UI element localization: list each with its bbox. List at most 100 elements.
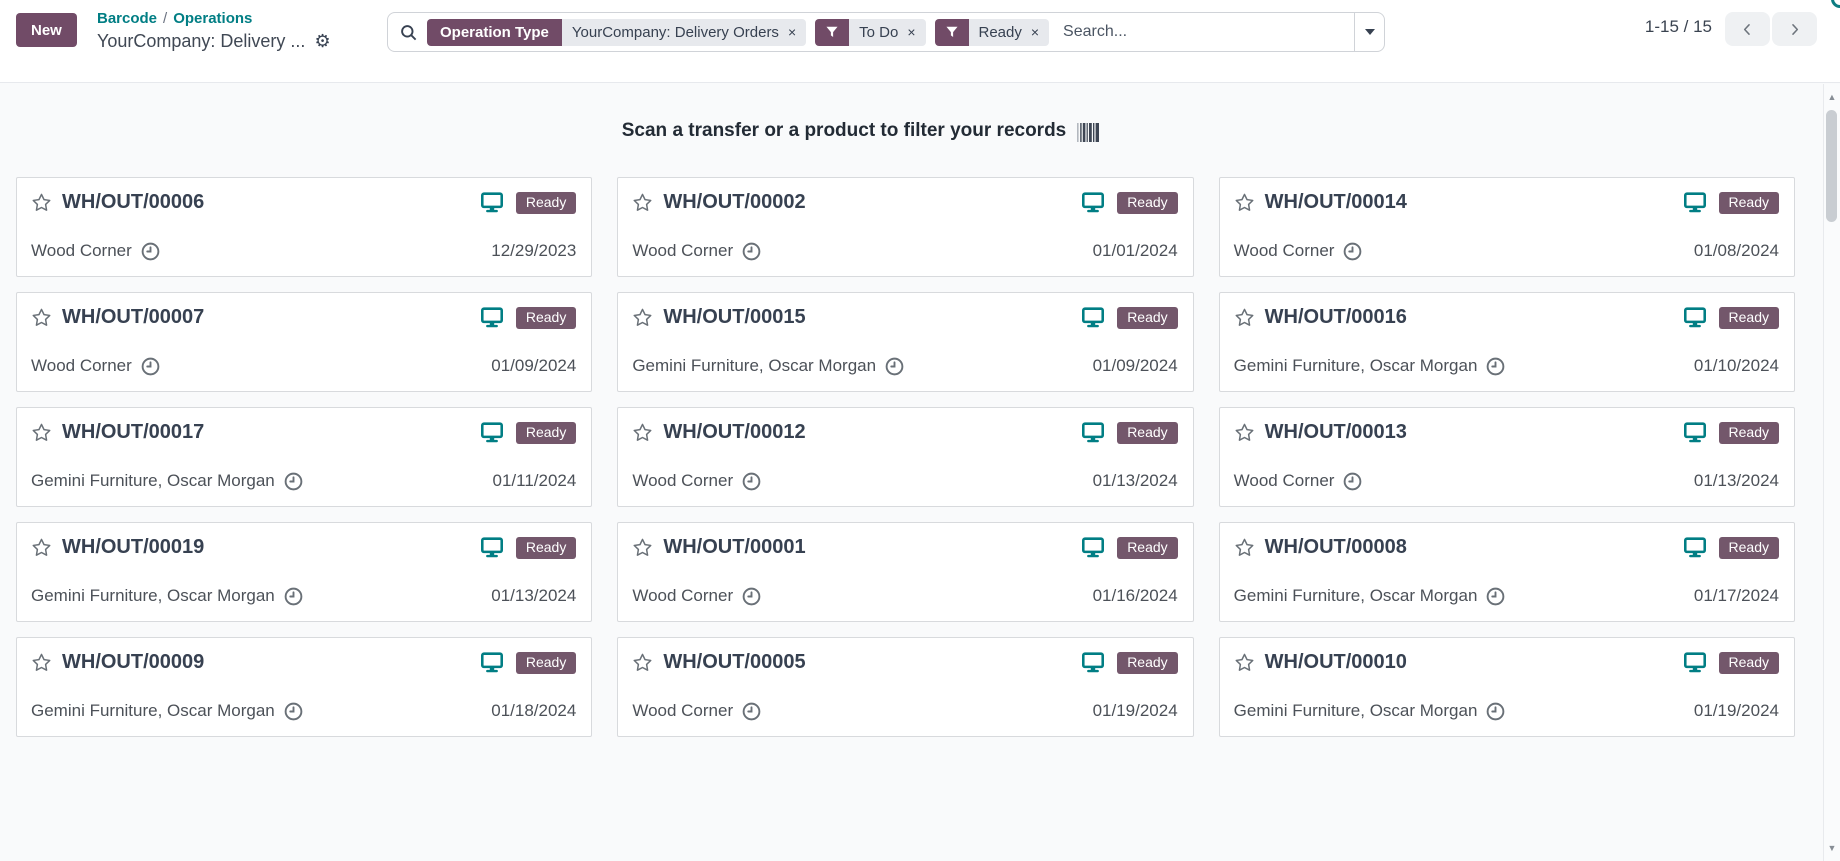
status-badge: Ready [515, 191, 577, 214]
scheduled-date: 01/19/2024 [1693, 701, 1779, 720]
transfer-card[interactable]: WH/OUT/00015 Ready Gemini Furniture, Osc… [617, 292, 1194, 392]
transfer-reference: WH/OUT/00005 [663, 651, 806, 673]
favorite-star-icon[interactable] [1234, 192, 1255, 213]
transfer-card[interactable]: WH/OUT/00013 Ready Wood Corner 01/13/202… [1218, 407, 1795, 507]
favorite-star-icon[interactable] [31, 537, 52, 558]
activity-clock-icon[interactable] [1343, 242, 1362, 261]
scrollbar-thumb[interactable] [1826, 110, 1837, 222]
activity-clock-icon[interactable] [284, 587, 303, 606]
facet-remove-icon[interactable]: × [1031, 25, 1039, 39]
gear-icon[interactable]: ⚙ [314, 32, 330, 50]
breadcrumb-link-operations[interactable]: Operations [173, 10, 252, 27]
scheduled-date: 01/19/2024 [1092, 701, 1178, 720]
transfer-card[interactable]: WH/OUT/00016 Ready Gemini Furniture, Osc… [1218, 292, 1795, 392]
activity-clock-icon[interactable] [1486, 587, 1505, 606]
scheduled-date: 01/08/2024 [1693, 241, 1779, 260]
activity-clock-icon[interactable] [742, 587, 761, 606]
status-badge: Ready [1718, 651, 1779, 674]
scrollbar-up-icon[interactable]: ▲ [1824, 92, 1840, 102]
activity-clock-icon[interactable] [1486, 702, 1505, 721]
activity-clock-icon[interactable] [141, 242, 160, 261]
device-monitor-icon [480, 422, 503, 443]
status-badge: Ready [1718, 421, 1779, 444]
scheduled-date: 01/01/2024 [1092, 241, 1178, 260]
corner-avatar-edge [1831, 0, 1840, 8]
transfer-card[interactable]: WH/OUT/00008 Ready Gemini Furniture, Osc… [1218, 522, 1795, 622]
device-monitor-icon [480, 192, 503, 213]
transfer-card[interactable]: WH/OUT/00005 Ready Wood Corner 01/19/202… [617, 637, 1194, 737]
partner-name: Gemini Furniture, Oscar Morgan [31, 471, 275, 490]
transfer-card[interactable]: WH/OUT/00019 Ready Gemini Furniture, Osc… [16, 522, 593, 622]
status-badge: Ready [1117, 421, 1178, 444]
scheduled-date: 01/13/2024 [1693, 471, 1779, 490]
favorite-star-icon[interactable] [1234, 537, 1255, 558]
favorite-star-icon[interactable] [632, 537, 653, 558]
device-monitor-icon [480, 307, 503, 328]
status-badge: Ready [1117, 306, 1178, 329]
search-options-toggle[interactable] [1354, 13, 1384, 51]
favorite-star-icon[interactable] [632, 192, 653, 213]
search-input[interactable]: Search... [1063, 23, 1354, 41]
favorite-star-icon[interactable] [31, 422, 52, 443]
partner-name: Wood Corner [632, 471, 734, 490]
transfer-reference: WH/OUT/00019 [62, 536, 205, 558]
favorite-star-icon[interactable] [632, 652, 653, 673]
transfer-reference: WH/OUT/00010 [1264, 651, 1407, 673]
new-button[interactable]: New [16, 13, 77, 47]
device-monitor-icon [1683, 307, 1706, 328]
status-badge: Ready [1117, 191, 1178, 214]
transfer-card[interactable]: WH/OUT/00002 Ready Wood Corner 01/01/202… [617, 177, 1194, 277]
transfer-reference: WH/OUT/00008 [1264, 536, 1407, 558]
pager-next-button[interactable] [1772, 12, 1817, 46]
transfer-card[interactable]: WH/OUT/00010 Ready Gemini Furniture, Osc… [1218, 637, 1795, 737]
transfer-card[interactable]: WH/OUT/00001 Ready Wood Corner 01/16/202… [617, 522, 1194, 622]
favorite-star-icon[interactable] [1234, 307, 1255, 328]
partner-name: Gemini Furniture, Oscar Morgan [31, 586, 275, 605]
activity-clock-icon[interactable] [1486, 357, 1505, 376]
transfer-reference: WH/OUT/00012 [663, 421, 806, 443]
breadcrumb-link-barcode[interactable]: Barcode [97, 10, 157, 27]
scrollbar-down-icon[interactable]: ▼ [1824, 843, 1840, 853]
activity-clock-icon[interactable] [1343, 472, 1362, 491]
partner-name: Wood Corner [1233, 241, 1335, 260]
activity-clock-icon[interactable] [742, 702, 761, 721]
pager-previous-button[interactable] [1725, 12, 1770, 46]
breadcrumb: Barcode / Operations YourCompany: Delivery… [97, 9, 331, 54]
transfer-card[interactable]: WH/OUT/00012 Ready Wood Corner 01/13/202… [617, 407, 1194, 507]
favorite-star-icon[interactable] [632, 307, 653, 328]
search-bar[interactable]: Operation Type YourCompany: Delivery Ord… [387, 12, 1385, 52]
transfer-card[interactable]: WH/OUT/00017 Ready Gemini Furniture, Osc… [16, 407, 593, 507]
activity-clock-icon[interactable] [742, 242, 761, 261]
activity-clock-icon[interactable] [284, 472, 303, 491]
scheduled-date: 01/10/2024 [1693, 356, 1779, 375]
scheduled-date: 01/13/2024 [1092, 471, 1178, 490]
activity-clock-icon[interactable] [742, 472, 761, 491]
status-badge: Ready [515, 536, 577, 559]
favorite-star-icon[interactable] [31, 652, 52, 673]
device-monitor-icon [1082, 192, 1105, 213]
pager-range[interactable]: 1-15 / 15 [1645, 17, 1712, 37]
transfer-card[interactable]: WH/OUT/00014 Ready Wood Corner 01/08/202… [1218, 177, 1795, 277]
main-content: Scan a transfer or a product to filter y… [0, 84, 1840, 861]
scheduled-date: 01/16/2024 [1092, 586, 1178, 605]
barcode-icon [1077, 122, 1100, 142]
activity-clock-icon[interactable] [885, 357, 904, 376]
status-badge: Ready [1117, 651, 1178, 674]
device-monitor-icon [1683, 422, 1706, 443]
transfer-card[interactable]: WH/OUT/00009 Ready Gemini Furniture, Osc… [16, 637, 593, 737]
favorite-star-icon[interactable] [632, 422, 653, 443]
favorite-star-icon[interactable] [1234, 422, 1255, 443]
kanban-grid: WH/OUT/00006 Ready Wood Corner 12/29/202… [16, 177, 1795, 737]
transfer-card[interactable]: WH/OUT/00007 Ready Wood Corner 01/09/202… [16, 292, 593, 392]
transfer-reference: WH/OUT/00014 [1264, 191, 1407, 213]
partner-name: Wood Corner [1233, 471, 1335, 490]
favorite-star-icon[interactable] [1234, 652, 1255, 673]
facet-remove-icon[interactable]: × [788, 25, 796, 39]
vertical-scrollbar[interactable]: ▲ ▼ [1823, 84, 1840, 861]
activity-clock-icon[interactable] [141, 357, 160, 376]
activity-clock-icon[interactable] [284, 702, 303, 721]
facet-remove-icon[interactable]: × [907, 25, 915, 39]
favorite-star-icon[interactable] [31, 307, 52, 328]
transfer-card[interactable]: WH/OUT/00006 Ready Wood Corner 12/29/202… [16, 177, 593, 277]
favorite-star-icon[interactable] [31, 192, 52, 213]
